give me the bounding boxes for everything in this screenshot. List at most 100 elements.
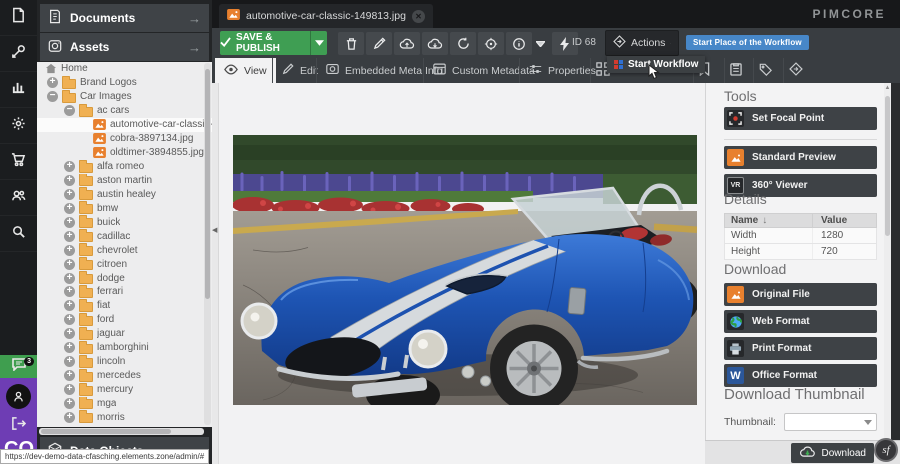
expand-icon[interactable]: + xyxy=(64,203,75,214)
collapse-panel-icon[interactable]: ◀ xyxy=(212,226,217,234)
set-focal-point-button[interactable]: Set Focal Point xyxy=(724,107,877,130)
rename-button[interactable] xyxy=(366,32,392,55)
tree-item-brand-logos[interactable]: +Brand Logos xyxy=(37,76,212,90)
tree-item-jaguar[interactable]: +jaguar xyxy=(37,327,212,341)
tree-item-car-images[interactable]: −Car Images xyxy=(37,90,212,104)
tree-item-ac-cars[interactable]: −ac cars xyxy=(37,104,212,118)
expand-icon[interactable]: + xyxy=(47,77,58,88)
documents-panel-header[interactable]: Documents → xyxy=(40,4,209,32)
open-file-tab[interactable]: automotive-car-classic-149813.jpg ✕ xyxy=(219,4,433,28)
expand-icon[interactable]: + xyxy=(64,259,75,270)
expand-icon[interactable]: + xyxy=(64,231,75,242)
actions-dropdown-button[interactable]: Actions xyxy=(605,30,679,56)
office-format-button[interactable]: W Office Format xyxy=(724,364,877,387)
tree-item-chevrolet[interactable]: +chevrolet xyxy=(37,243,212,257)
tree-item-austin-healey[interactable]: +austin healey xyxy=(37,187,212,201)
expand-icon[interactable]: + xyxy=(64,217,75,228)
tree-item-alfa-romeo[interactable]: +alfa romeo xyxy=(37,160,212,174)
panel-splitter[interactable]: ◀ xyxy=(212,83,219,464)
tab-tags[interactable] xyxy=(753,58,777,83)
info-caret[interactable] xyxy=(534,32,547,55)
tree-item-cobra-3897134-jpg[interactable]: cobra-3897134.jpg xyxy=(37,132,212,146)
panel-scrollbar[interactable]: ▲ xyxy=(884,83,891,440)
thumbnail-select[interactable] xyxy=(784,413,877,431)
expand-arrow-icon[interactable]: → xyxy=(188,11,201,26)
tree-item-cadillac[interactable]: +cadillac xyxy=(37,229,212,243)
expand-icon[interactable]: + xyxy=(64,161,75,172)
rail-users-button[interactable] xyxy=(0,180,37,216)
tree-item-lamborghini[interactable]: +lamborghini xyxy=(37,341,212,355)
column-name[interactable]: Name xyxy=(731,215,758,226)
expand-icon[interactable]: + xyxy=(64,412,75,423)
reload-button[interactable] xyxy=(450,32,476,55)
expand-arrow-icon[interactable]: → xyxy=(188,40,201,55)
upload-button[interactable] xyxy=(394,32,420,55)
tree-item-mercury[interactable]: +mercury xyxy=(37,383,212,397)
expand-icon[interactable]: + xyxy=(64,314,75,325)
tree-item-home[interactable]: Home xyxy=(37,62,212,76)
tree-item-citroen[interactable]: +citroen xyxy=(37,257,212,271)
tab-schedule[interactable] xyxy=(724,58,747,83)
expand-icon[interactable]: + xyxy=(64,370,75,381)
rail-ecommerce-button[interactable] xyxy=(0,144,37,180)
original-file-button[interactable]: Original File xyxy=(724,283,877,306)
tree-item-morris[interactable]: +morris xyxy=(37,410,212,424)
expand-icon[interactable]: + xyxy=(64,356,75,367)
focal-point-button[interactable] xyxy=(478,32,504,55)
rail-reports-button[interactable] xyxy=(0,72,37,108)
rail-search-button[interactable] xyxy=(0,216,37,252)
tree-item-dodge[interactable]: +dodge xyxy=(37,271,212,285)
rail-tools-button[interactable] xyxy=(0,36,37,72)
tree-item-lincoln[interactable]: +lincoln xyxy=(37,355,212,369)
expand-icon[interactable]: + xyxy=(64,300,75,311)
collapse-icon[interactable]: − xyxy=(47,91,58,102)
tree-item-fiat[interactable]: +fiat xyxy=(37,299,212,313)
tree-vertical-scrollbar[interactable] xyxy=(204,63,211,425)
download-button[interactable]: Download xyxy=(791,443,874,463)
workflow-state-badge[interactable]: Start Place of the Workflow xyxy=(686,35,809,50)
column-value[interactable]: Value xyxy=(813,215,847,226)
expand-icon[interactable]: + xyxy=(64,384,75,395)
tree-item-automotive-car-classic-149813-jpg[interactable]: automotive-car-classic-149813.jpg xyxy=(37,118,212,132)
tree-item-bmw[interactable]: +bmw xyxy=(37,201,212,215)
save-publish-button[interactable]: SAVE & PUBLISH xyxy=(220,31,310,55)
close-tab-icon[interactable]: ✕ xyxy=(412,10,425,23)
expand-icon[interactable]: + xyxy=(64,273,75,284)
info-button[interactable] xyxy=(506,32,532,55)
tree-item-buick[interactable]: +buick xyxy=(37,215,212,229)
collapse-icon[interactable]: − xyxy=(64,105,75,116)
symfony-profiler-badge[interactable]: sf xyxy=(874,438,898,462)
scrollbar-thumb[interactable] xyxy=(41,429,171,434)
expand-icon[interactable]: + xyxy=(64,342,75,353)
tree-item-aston-martin[interactable]: +aston martin xyxy=(37,174,212,188)
rail-documents-button[interactable] xyxy=(0,0,37,36)
expand-icon[interactable]: + xyxy=(64,189,75,200)
assets-panel-header[interactable]: Assets → xyxy=(40,33,209,61)
expand-icon[interactable]: + xyxy=(64,328,75,339)
tree-item-ferrari[interactable]: +ferrari xyxy=(37,285,212,299)
tree-item-oldtimer-3894855-jpg[interactable]: oldtimer-3894855.jpg xyxy=(37,146,212,160)
scrollbar-thumb[interactable] xyxy=(205,69,210,299)
tree-horizontal-scrollbar[interactable] xyxy=(39,428,204,435)
rail-chat-button[interactable]: 3 xyxy=(0,355,37,378)
expand-icon[interactable]: + xyxy=(64,286,75,297)
tree-item-mga[interactable]: +mga xyxy=(37,397,212,411)
expand-icon[interactable]: + xyxy=(64,245,75,256)
standard-preview-button[interactable]: Standard Preview xyxy=(724,146,877,169)
tree-item-ford[interactable]: +ford xyxy=(37,313,212,327)
asset-preview-image[interactable] xyxy=(233,135,697,405)
details-table-header[interactable]: Name↓ Value xyxy=(724,213,877,228)
print-format-button[interactable]: Print Format xyxy=(724,337,877,360)
scroll-up-arrow[interactable]: ▲ xyxy=(884,85,891,91)
tab-view[interactable]: View xyxy=(215,58,276,83)
download-asset-button[interactable] xyxy=(422,32,448,55)
web-format-button[interactable]: Web Format xyxy=(724,310,877,333)
save-options-caret[interactable] xyxy=(310,31,327,55)
tree-item-mercedes[interactable]: +mercedes xyxy=(37,369,212,383)
delete-button[interactable] xyxy=(338,32,364,55)
scrollbar-thumb[interactable] xyxy=(885,96,890,236)
tab-workflow[interactable] xyxy=(783,58,808,83)
user-avatar-button[interactable] xyxy=(6,384,31,409)
expand-icon[interactable]: + xyxy=(64,175,75,186)
logout-button[interactable] xyxy=(0,414,37,438)
